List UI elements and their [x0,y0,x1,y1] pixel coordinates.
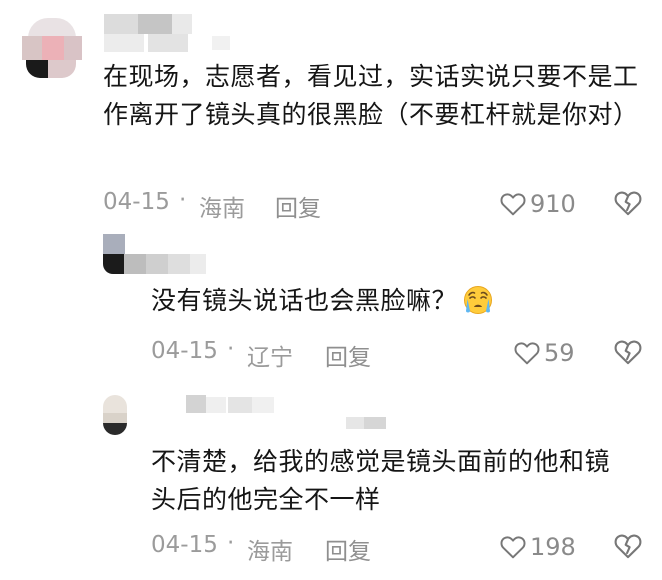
comment-text: 不清楚，给我的感觉是镜头面前的他和镜头后的他完全不一样 [151,447,611,514]
avatar[interactable] [103,395,133,437]
broken-heart-icon[interactable] [614,533,642,559]
comment-time: 04-15 [151,532,218,558]
username[interactable] [104,14,234,54]
heart-outline-icon [514,342,540,365]
reply-comment-2: 不清楚，给我的感觉是镜头面前的他和镜头后的他完全不一样 04-15 · 海南 回… [0,385,662,580]
username[interactable] [186,395,396,429]
comment-location: 辽宁 [247,345,293,371]
comment-location: 海南 [199,196,245,222]
comment-location: 海南 [247,539,293,565]
heart-outline-icon [500,536,526,559]
separator-dot: · [227,336,235,362]
avatar[interactable] [22,18,82,78]
like-count: 910 [530,190,576,218]
comment-1: 在现场，志愿者，看见过，实话实说只要不是工作离开了镜头真的很黑脸（不要杠杆就是你… [0,0,662,230]
reply-comment-1: 没有镜头说话也会黑脸嘛？ 04-15 · 辽宁 回复 59 [0,230,662,380]
comment-text: 在现场，志愿者，看见过，实话实说只要不是工作离开了镜头真的很黑脸（不要杠杆就是你… [103,62,639,129]
comment-text: 没有镜头说话也会黑脸嘛？ [151,282,621,320]
like-button[interactable]: 59 [514,338,575,368]
reply-button[interactable]: 回复 [325,532,371,566]
like-button[interactable]: 198 [500,532,576,562]
like-button[interactable]: 910 [500,189,576,219]
broken-heart-icon[interactable] [614,190,642,216]
comment-time: 04-15 [103,189,170,215]
separator-dot: · [179,187,187,213]
broken-heart-icon[interactable] [614,339,642,365]
like-count: 59 [544,339,575,367]
comment-text-body: 没有镜头说话也会黑脸嘛？ [151,286,458,315]
like-count: 198 [530,533,576,561]
separator-dot: · [227,530,235,556]
crying-face-emoji [464,286,493,314]
comment-time: 04-15 [151,338,218,364]
heart-outline-icon [500,193,526,216]
reply-button[interactable]: 回复 [275,189,321,223]
username[interactable] [124,254,224,276]
reply-button[interactable]: 回复 [325,338,371,372]
